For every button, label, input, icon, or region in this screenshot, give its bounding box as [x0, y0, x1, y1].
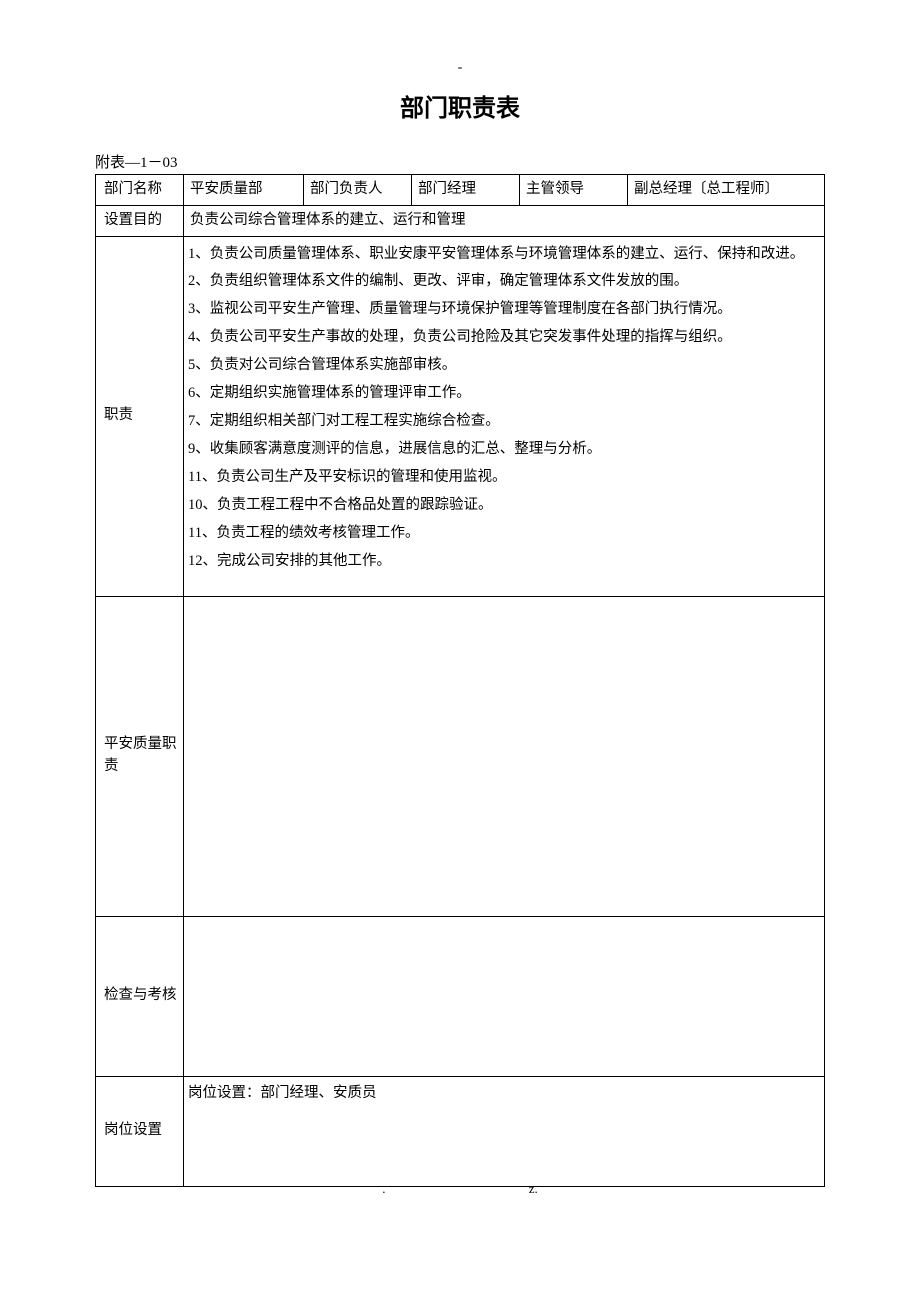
duty-item: 3、监视公司平安生产管理、质量管理与环境保护管理等管理制度在各部门执行情况。 [188, 298, 816, 322]
responsibility-table: 部门名称 平安质量部 部门负责人 部门经理 主管领导 副总经理〔总工程师〕 设置… [95, 174, 825, 1187]
reference-label: 附表—1－03 [95, 151, 825, 172]
duty-item: 10、负责工程工程中不合格品处置的跟踪验证。 [188, 494, 816, 518]
table-row: 设置目的 负责公司综合管理体系的建立、运行和管理 [96, 205, 825, 236]
duty-item: 1、负责公司质量管理体系、职业安康平安管理体系与环境管理体系的建立、运行、保持和… [188, 243, 816, 267]
duty-item: 11、负责工程的绩效考核管理工作。 [188, 522, 816, 546]
table-row: 部门名称 平安质量部 部门负责人 部门经理 主管领导 副总经理〔总工程师〕 [96, 175, 825, 206]
table-row: 平安质量职责 [96, 596, 825, 916]
page-title: 部门职责表 [95, 88, 825, 123]
top-dash: - [95, 60, 825, 76]
cell-safety-quality-value [184, 596, 825, 916]
duty-item: 12、完成公司安排的其他工作。 [188, 550, 816, 574]
cell-dept-head-value: 部门经理 [412, 175, 520, 206]
cell-positions-value: 岗位设置：部门经理、安质员 [184, 1076, 825, 1186]
cell-positions-label: 岗位设置 [96, 1076, 184, 1186]
cell-supervisor-label: 主管领导 [520, 175, 628, 206]
duty-item: 11、负责公司生产及平安标识的管理和使用监视。 [188, 466, 816, 490]
cell-safety-quality-label: 平安质量职责 [96, 596, 184, 916]
cell-inspection-value [184, 916, 825, 1076]
duty-item: 2、负责组织管理体系文件的编制、更改、评审，确定管理体系文件发放的围。 [188, 270, 816, 294]
table-row: 检查与考核 [96, 916, 825, 1076]
table-row: 岗位设置 岗位设置：部门经理、安质员 [96, 1076, 825, 1186]
cell-inspection-label: 检查与考核 [96, 916, 184, 1076]
duty-item: 6、定期组织实施管理体系的管理评审工作。 [188, 382, 816, 406]
cell-supervisor-value: 副总经理〔总工程师〕 [628, 175, 825, 206]
cell-dept-head-label: 部门负责人 [304, 175, 412, 206]
table-row: 职责 1、负责公司质量管理体系、职业安康平安管理体系与环境管理体系的建立、运行、… [96, 236, 825, 596]
duty-item: 7、定期组织相关部门对工程工程实施综合检查。 [188, 410, 816, 434]
cell-duties-value: 1、负责公司质量管理体系、职业安康平安管理体系与环境管理体系的建立、运行、保持和… [184, 236, 825, 596]
duty-item: 9、收集顾客满意度测评的信息，进展信息的汇总、整理与分析。 [188, 438, 816, 462]
footer-left: . [382, 1181, 385, 1197]
cell-dept-name-label: 部门名称 [96, 175, 184, 206]
cell-duties-label: 职责 [96, 236, 184, 596]
cell-purpose-value: 负责公司综合管理体系的建立、运行和管理 [184, 205, 825, 236]
page-footer: . z. [0, 1181, 920, 1197]
duty-item: 4、负责公司平安生产事故的处理，负责公司抢险及其它突发事件处理的指挥与组织。 [188, 326, 816, 350]
cell-purpose-label: 设置目的 [96, 205, 184, 236]
duty-item: 5、负责对公司综合管理体系实施部审核。 [188, 354, 816, 378]
cell-dept-name-value: 平安质量部 [184, 175, 304, 206]
footer-right: z. [529, 1181, 538, 1197]
